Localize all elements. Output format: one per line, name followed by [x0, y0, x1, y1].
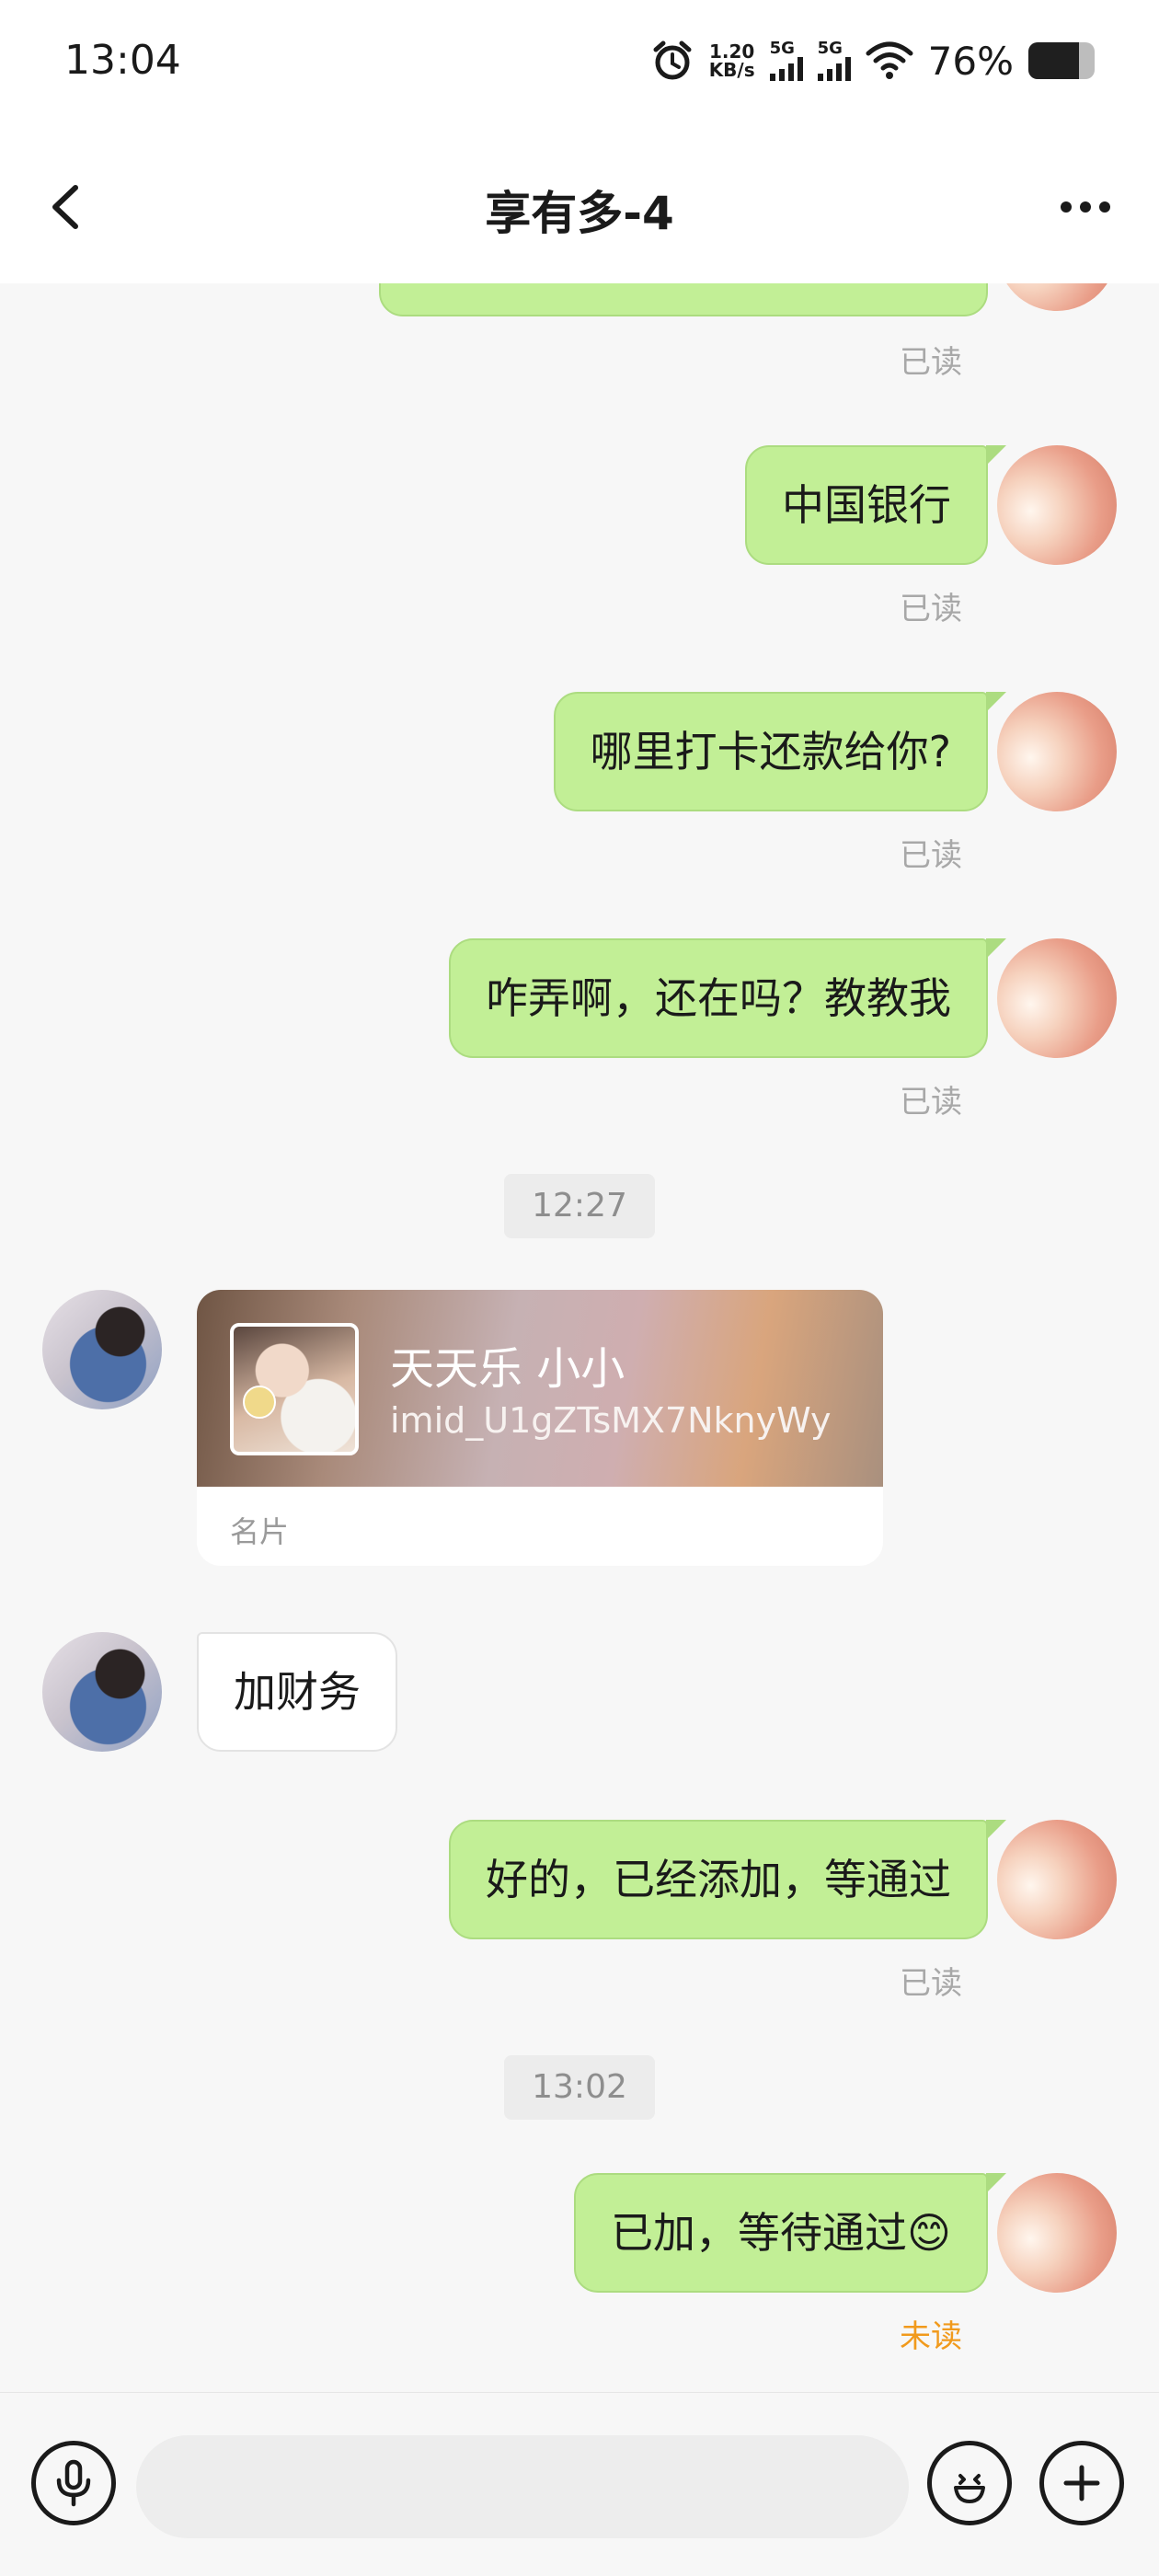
more-horizontal-icon: [1061, 201, 1072, 213]
chat-header: 享有多-4: [0, 129, 1159, 283]
message-input[interactable]: [136, 2435, 909, 2538]
read-receipt: 已读: [900, 1084, 962, 1121]
wifi-icon: [866, 41, 913, 79]
message-bubble-outgoing[interactable]: 哪里打卡还款给你?: [553, 692, 1007, 811]
battery-fill: [1028, 42, 1079, 79]
message-bubble-incoming[interactable]: 加财务: [197, 1632, 397, 1752]
contact-card-name: 天天乐 小小: [390, 1343, 625, 1395]
smiley-icon: [954, 2474, 985, 2503]
more-button[interactable]: [1049, 175, 1122, 239]
emoji-button[interactable]: [927, 2441, 1012, 2525]
contact-avatar[interactable]: [42, 1290, 162, 1409]
sim2-label: 5G: [817, 39, 843, 58]
message-bubble-outgoing[interactable]: [379, 283, 988, 316]
contact-card-id: imid_U1gZTsMX7NknyWy: [390, 1400, 832, 1441]
my-avatar[interactable]: [997, 2173, 1117, 2293]
read-receipt: 已读: [900, 344, 962, 381]
message-timestamp: 13:02: [504, 2055, 655, 2120]
network-speed-value: 1.20: [708, 40, 755, 63]
network-speed-unit: KB/s: [708, 59, 755, 81]
status-time: 13:04: [64, 37, 181, 84]
status-bar: 13:04 1.20 KB/s 5G 5G 76%: [0, 0, 1159, 129]
message-bubble-outgoing[interactable]: 好的，已经添加，等通过: [449, 1820, 1006, 1939]
badge-icon: [243, 1386, 276, 1419]
sim1-label: 5G: [769, 39, 795, 58]
contact-card-photo: [230, 1323, 359, 1455]
message-bubble-outgoing[interactable]: 中国银行: [745, 445, 1006, 565]
read-receipt: 已读: [900, 591, 962, 627]
contact-avatar[interactable]: [42, 1632, 162, 1752]
read-receipt: 已读: [900, 1965, 962, 2002]
my-avatar[interactable]: [997, 283, 1117, 311]
plus-icon: [1063, 2465, 1100, 2501]
status-icons: 1.20 KB/s 5G 5G 76%: [650, 33, 1095, 88]
message-list[interactable]: 已读 中国银行 已读 哪里打卡还款给你? 已读 咋弄啊，还在吗？教教我 已读 1…: [0, 283, 1159, 2392]
add-button[interactable]: [1039, 2441, 1124, 2525]
battery-icon: [1028, 42, 1095, 79]
my-avatar[interactable]: [997, 1820, 1117, 1939]
message-timestamp: 12:27: [504, 1174, 655, 1238]
voice-button[interactable]: [31, 2441, 116, 2525]
my-avatar[interactable]: [997, 692, 1117, 811]
smiley-emoji: 😊: [907, 2208, 951, 2258]
message-bubble-outgoing[interactable]: 已加，等待通过😊: [574, 2173, 1006, 2293]
my-avatar[interactable]: [997, 938, 1117, 1058]
alarm-icon: [653, 40, 692, 80]
unread-receipt: 未读: [900, 2318, 962, 2355]
network-speed: 1.20 KB/s: [709, 42, 755, 79]
message-text: 已加，等待通过: [611, 2208, 908, 2258]
signal-icon-2: 5G: [817, 39, 851, 81]
battery-percent: 76%: [927, 38, 1014, 84]
signal-icon: 5G: [769, 39, 803, 81]
contact-card[interactable]: 天天乐 小小 imid_U1gZTsMX7NknyWy 名片: [197, 1290, 883, 1566]
read-receipt: 已读: [900, 837, 962, 874]
chat-title: 享有多-4: [485, 187, 674, 240]
message-bubble-outgoing[interactable]: 咋弄啊，还在吗？教教我: [449, 938, 1006, 1058]
my-avatar[interactable]: [997, 445, 1117, 565]
microphone-icon: [56, 2459, 91, 2507]
contact-card-label: 名片: [230, 1514, 290, 1549]
input-bar: [0, 2392, 1159, 2576]
